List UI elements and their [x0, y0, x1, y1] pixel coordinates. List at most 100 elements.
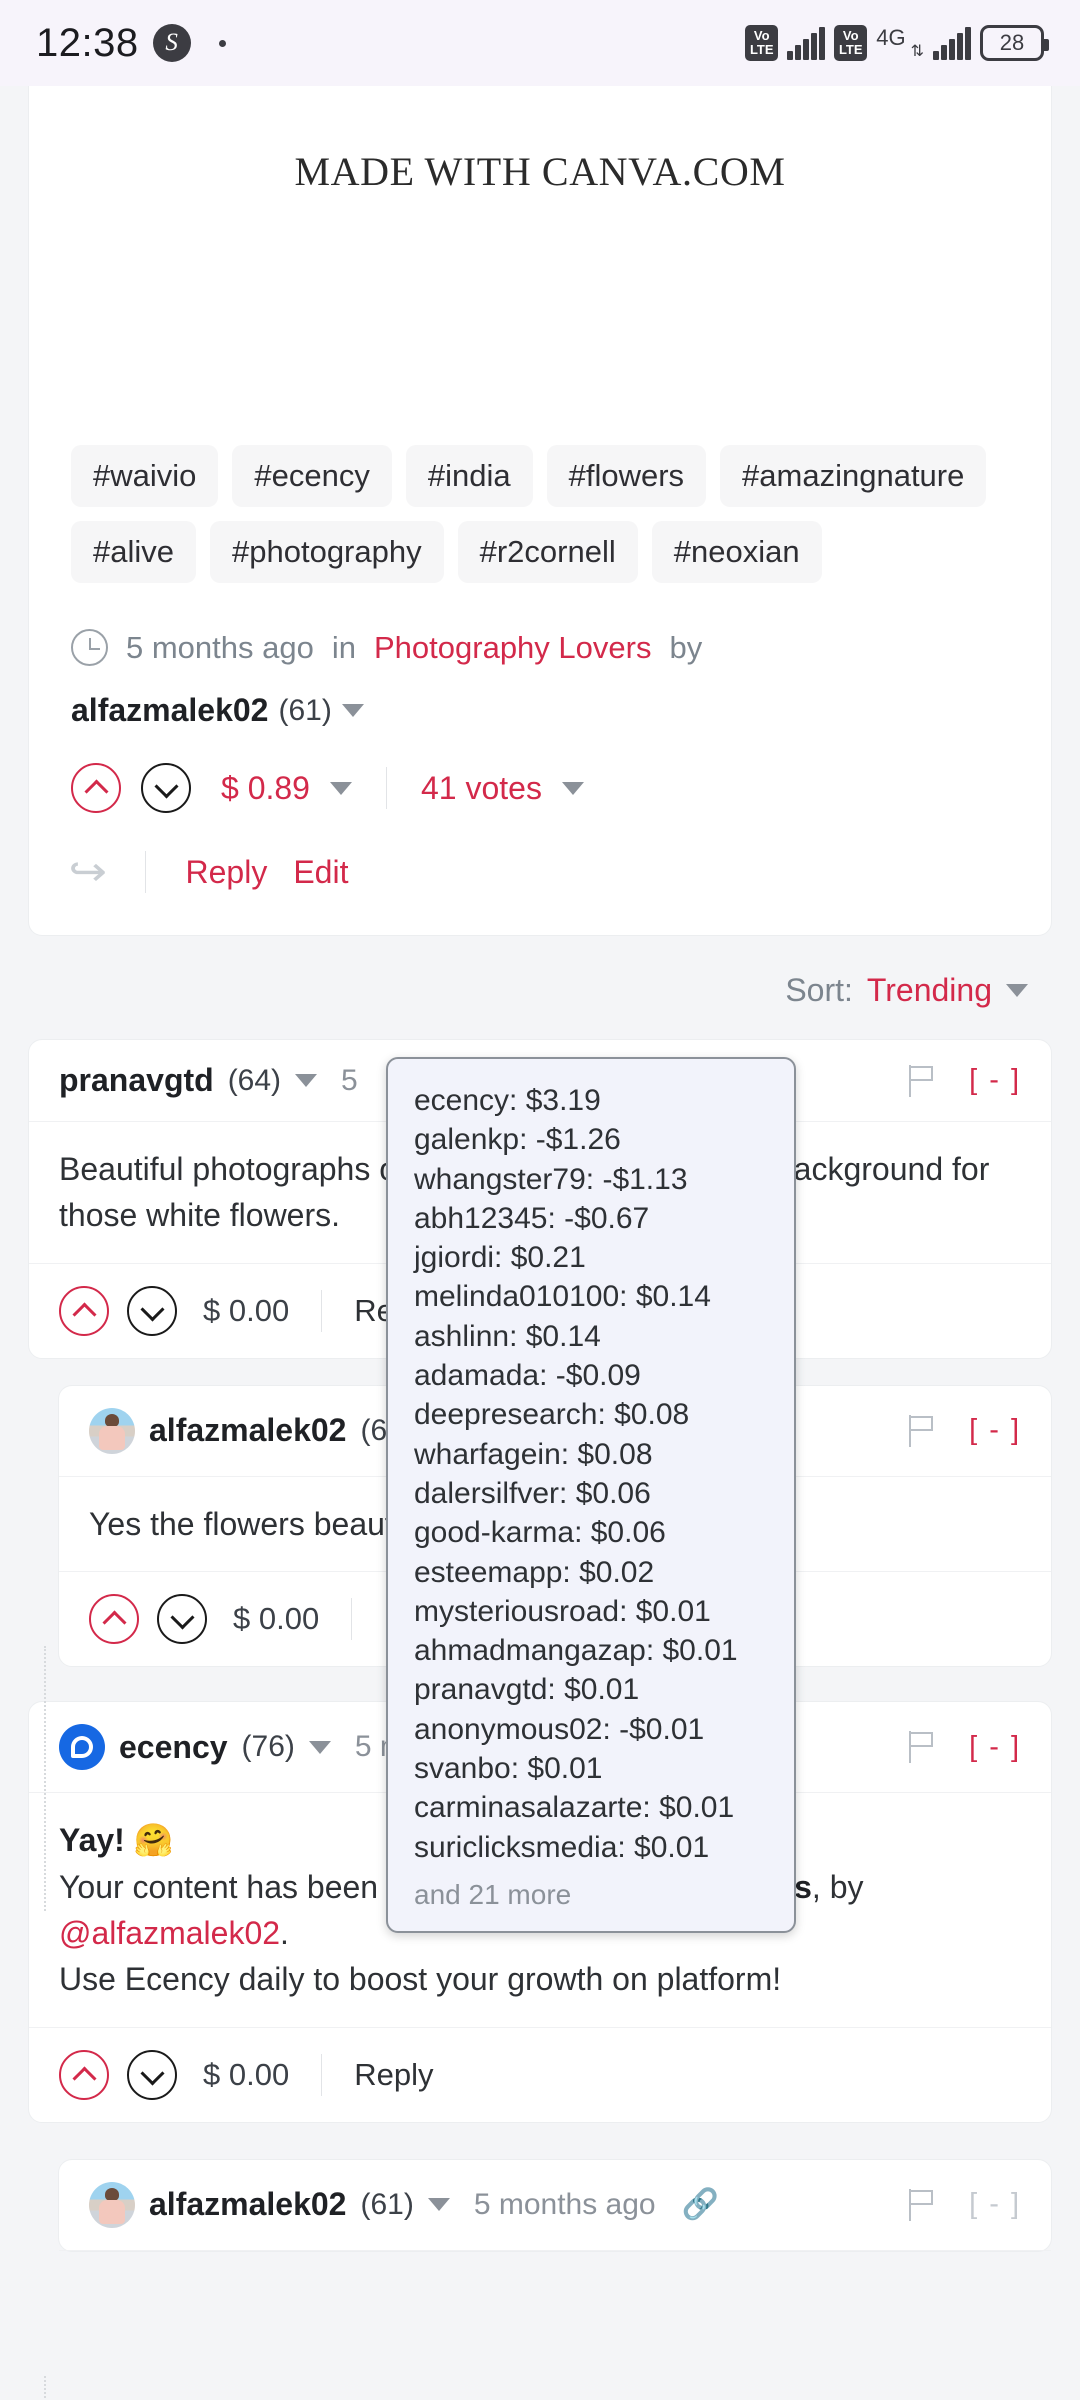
post-votes-count[interactable]: 41 votes — [421, 770, 542, 807]
vote-entry: esteemapp: $0.02 — [414, 1555, 655, 1589]
vote-entry: dalersilfver: $0.06 — [414, 1476, 651, 1510]
tag-chip[interactable]: #waivio — [71, 445, 219, 507]
post-author-name[interactable]: alfazmalek02 — [71, 692, 268, 729]
vote-entry: wharfagein: $0.08 — [414, 1437, 653, 1471]
comment-author-reputation: (61) — [360, 2187, 414, 2221]
data-transfer-icon: ⇅ — [910, 43, 924, 60]
comment-time-ago: 5 — [341, 1063, 358, 1097]
thread-line — [44, 2376, 46, 2400]
yay-text: Yay! — [59, 1822, 134, 1859]
link-icon[interactable]: 🔗 — [682, 2187, 719, 2222]
tag-chip[interactable]: #alive — [71, 521, 196, 583]
reshare-icon[interactable]: ↪ — [68, 849, 107, 895]
volte-label-vo: Vo — [753, 28, 770, 43]
app-badge-icon: S — [152, 24, 191, 62]
comment-payout-value[interactable]: $ 0.00 — [203, 1293, 289, 1329]
upvote-button[interactable] — [71, 763, 121, 813]
downvote-button[interactable] — [141, 763, 191, 813]
chevron-down-icon[interactable] — [341, 704, 364, 717]
vote-entry: whangster79: -$1.13 — [414, 1162, 688, 1196]
flag-icon[interactable] — [909, 1731, 935, 1764]
tag-chip[interactable]: #ecency — [232, 445, 392, 507]
post-reply-button[interactable]: Reply — [186, 854, 268, 891]
status-right: Vo LTE Vo LTE 4G ⇅ 28 — [745, 25, 1049, 61]
post-edit-button[interactable]: Edit — [293, 854, 348, 891]
collapse-toggle[interactable]: [ - ] — [969, 2188, 1021, 2221]
mention-link[interactable]: @alfazmalek02 — [59, 1915, 280, 1951]
tag-chip[interactable]: #neoxian — [651, 521, 822, 583]
post-author-row[interactable]: alfazmalek02 (61) — [29, 666, 1051, 729]
comment-reply-button[interactable]: Reply — [354, 2057, 433, 2093]
flag-icon[interactable] — [909, 1414, 935, 1447]
comment-author-name[interactable]: alfazmalek02 — [149, 2186, 346, 2223]
post-community-link[interactable]: Photography Lovers — [374, 630, 651, 666]
boost-text-lead: Your content has been — [59, 1868, 387, 1905]
tag-chip[interactable]: #india — [405, 445, 533, 507]
comments-sort-bar: Sort: Trending — [0, 936, 1080, 1039]
flag-icon[interactable] — [909, 2188, 935, 2221]
tag-chip[interactable]: #flowers — [546, 445, 707, 507]
avatar[interactable] — [89, 1407, 135, 1454]
post-time-ago: 5 months ago — [126, 629, 314, 665]
downvote-button[interactable] — [127, 2049, 177, 2100]
chevron-down-icon[interactable] — [308, 1740, 331, 1754]
post-payout-value[interactable]: $ 0.89 — [221, 770, 310, 807]
divider — [144, 851, 146, 893]
payout-chevron-down-icon[interactable] — [329, 781, 352, 795]
downvote-button[interactable] — [127, 1285, 177, 1336]
post-by-label: by — [669, 629, 703, 665]
divider — [385, 767, 387, 809]
clock-icon — [71, 629, 108, 666]
battery-icon: 28 — [980, 25, 1049, 61]
vote-entry: mysteriousroad: $0.01 — [414, 1594, 711, 1628]
comment-header-actions: [ - ] — [909, 1414, 1021, 1447]
tag-chip[interactable]: #r2cornell — [457, 521, 638, 583]
comment-payout-value[interactable]: $ 0.00 — [233, 1601, 319, 1637]
upvote-button[interactable] — [89, 1594, 139, 1645]
collapse-toggle[interactable]: [ - ] — [969, 1414, 1021, 1447]
vote-entry: jgiordi: $0.21 — [414, 1241, 586, 1275]
vote-entry: ashlinn: $0.14 — [414, 1319, 601, 1353]
post-card: MADE WITH CANVA.COM #waivio #ecency #ind… — [28, 86, 1052, 936]
collapse-toggle[interactable]: [ - ] — [969, 1731, 1021, 1764]
votes-chevron-down-icon[interactable] — [561, 781, 584, 795]
downvote-button[interactable] — [157, 1594, 207, 1645]
comment-header-actions: [ - ] — [909, 2188, 1021, 2221]
chevron-down-icon[interactable] — [427, 2198, 450, 2212]
ecency-logo-icon[interactable] — [59, 1724, 105, 1771]
upvote-button[interactable] — [59, 2049, 109, 2100]
volte-icon-sim1: Vo LTE — [745, 25, 779, 61]
vote-entry: suriclicksmedia: $0.01 — [414, 1830, 710, 1864]
hug-emoji-icon: 🤗 — [133, 1822, 174, 1859]
thread-line — [44, 1646, 46, 1911]
status-left: 12:38 S — [36, 21, 226, 66]
post-image-area — [29, 195, 1051, 445]
comment-payout-value[interactable]: $ 0.00 — [203, 2057, 289, 2093]
vote-entry: carminasalazarte: $0.01 — [414, 1791, 735, 1825]
post-page: MADE WITH CANVA.COM #waivio #ecency #ind… — [0, 86, 1080, 2400]
comment-author-name[interactable]: alfazmalek02 — [149, 1412, 346, 1449]
comment-author-name[interactable]: pranavgtd — [59, 1062, 214, 1099]
vote-more-label: and 21 more — [414, 1878, 572, 1910]
avatar[interactable] — [89, 2181, 135, 2228]
post-meta: 5 months ago in Photography Lovers by — [29, 583, 1051, 666]
comment-author-reputation: (64) — [227, 1063, 282, 1097]
sort-value[interactable]: Trending — [867, 972, 992, 1009]
vote-entry: melinda010100: $0.14 — [414, 1280, 711, 1314]
sort-chevron-down-icon[interactable] — [1006, 984, 1028, 997]
volte2-label-vo: Vo — [842, 28, 859, 43]
upvote-button[interactable] — [59, 1285, 109, 1336]
comment-author-name[interactable]: ecency — [119, 1729, 228, 1766]
sort-label: Sort: — [785, 972, 853, 1008]
network-type-label: 4G — [876, 25, 906, 50]
tag-chip[interactable]: #amazingnature — [720, 445, 987, 507]
chevron-down-icon[interactable] — [295, 1074, 318, 1087]
comment-time-ago: 5 months ago — [473, 2187, 656, 2221]
vote-entry: svanbo: $0.01 — [414, 1752, 603, 1786]
comment-item: alfazmalek02 (61) 5 months ago 🔗 [ - ] — [58, 2158, 1052, 2252]
divider — [321, 1289, 323, 1332]
flag-icon[interactable] — [909, 1064, 935, 1097]
divider — [351, 1598, 353, 1641]
collapse-toggle[interactable]: [ - ] — [969, 1064, 1021, 1097]
tag-chip[interactable]: #photography — [210, 521, 444, 583]
